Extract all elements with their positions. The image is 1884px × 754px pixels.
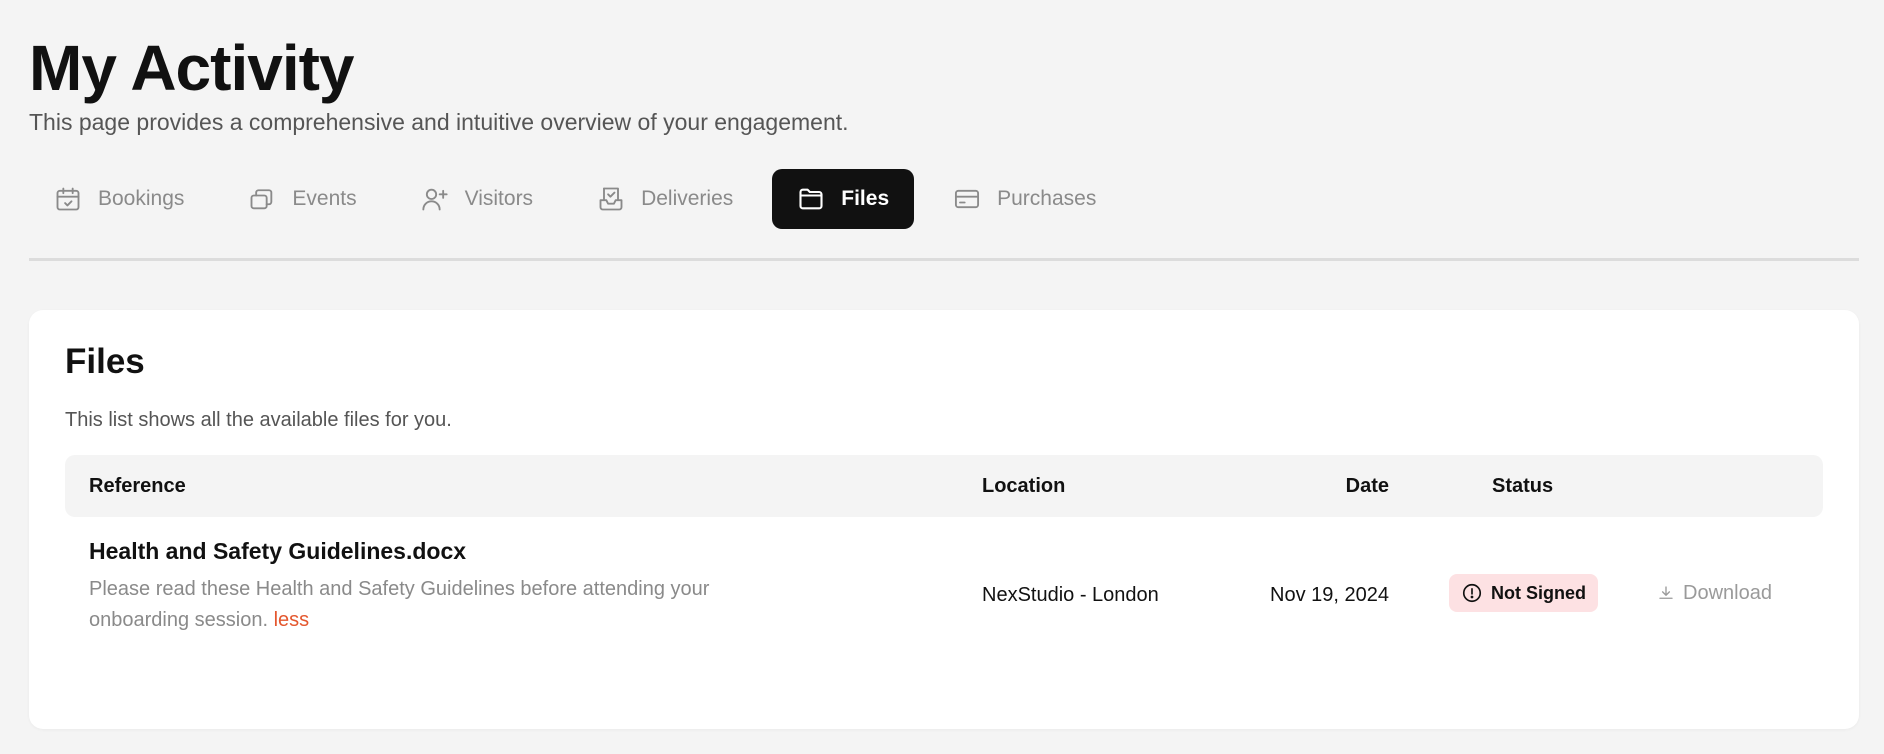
tab-bookings[interactable]: Bookings [29, 169, 209, 229]
column-header-reference: Reference [89, 475, 186, 497]
status-badge: Not Signed [1449, 574, 1598, 612]
alert-circle-icon [1462, 583, 1482, 603]
files-card-title: Files [65, 342, 145, 381]
inbox-tray-icon [599, 187, 623, 211]
download-button[interactable]: Download [1657, 576, 1772, 610]
credit-card-icon [955, 189, 980, 209]
ticket-stack-icon [250, 189, 273, 210]
tab-label: Events [292, 187, 357, 210]
tab-label: Bookings [98, 187, 185, 210]
my-activity-page: My Activity This page provides a compreh… [29, 0, 1859, 754]
table-row: Health and Safety Guidelines.docx Please… [65, 526, 1823, 646]
activity-tabs: Bookings Events Visitors Deliveries File… [29, 169, 1859, 261]
column-header-status: Status [1492, 475, 1554, 497]
status-label: Not Signed [1491, 582, 1586, 603]
file-date: Nov 19, 2024 [1270, 584, 1389, 606]
folder-icon [799, 188, 823, 210]
tab-label: Files [841, 187, 890, 210]
column-header-location: Location [982, 475, 1066, 497]
tab-files[interactable]: Files [772, 169, 915, 229]
tab-label: Purchases [997, 187, 1097, 210]
show-less-link[interactable]: less [274, 609, 310, 631]
file-description-wrap: Please read these Health and Safety Guid… [89, 574, 789, 636]
tab-deliveries[interactable]: Deliveries [572, 169, 758, 229]
page-title: My Activity [29, 32, 354, 104]
tab-label: Visitors [464, 187, 534, 210]
tab-events[interactable]: Events [223, 169, 381, 229]
column-header-date: Date [1345, 475, 1389, 497]
tab-purchases[interactable]: Purchases [928, 169, 1121, 229]
file-location: NexStudio - London [982, 584, 1159, 606]
calendar-check-icon [56, 187, 80, 211]
file-reference: Health and Safety Guidelines.docx [89, 538, 467, 564]
tab-label: Deliveries [641, 187, 734, 210]
download-label: Download [1683, 581, 1772, 604]
user-plus-icon [421, 188, 448, 211]
tab-visitors[interactable]: Visitors [396, 169, 558, 229]
files-card: Files This list shows all the available … [29, 310, 1859, 729]
file-description: Please read these Health and Safety Guid… [89, 578, 710, 631]
files-card-subtitle: This list shows all the available files … [65, 409, 452, 431]
page-subtitle: This page provides a comprehensive and i… [29, 109, 849, 135]
files-table-header: Reference Location Date Status [65, 455, 1823, 517]
download-icon [1659, 586, 1673, 599]
